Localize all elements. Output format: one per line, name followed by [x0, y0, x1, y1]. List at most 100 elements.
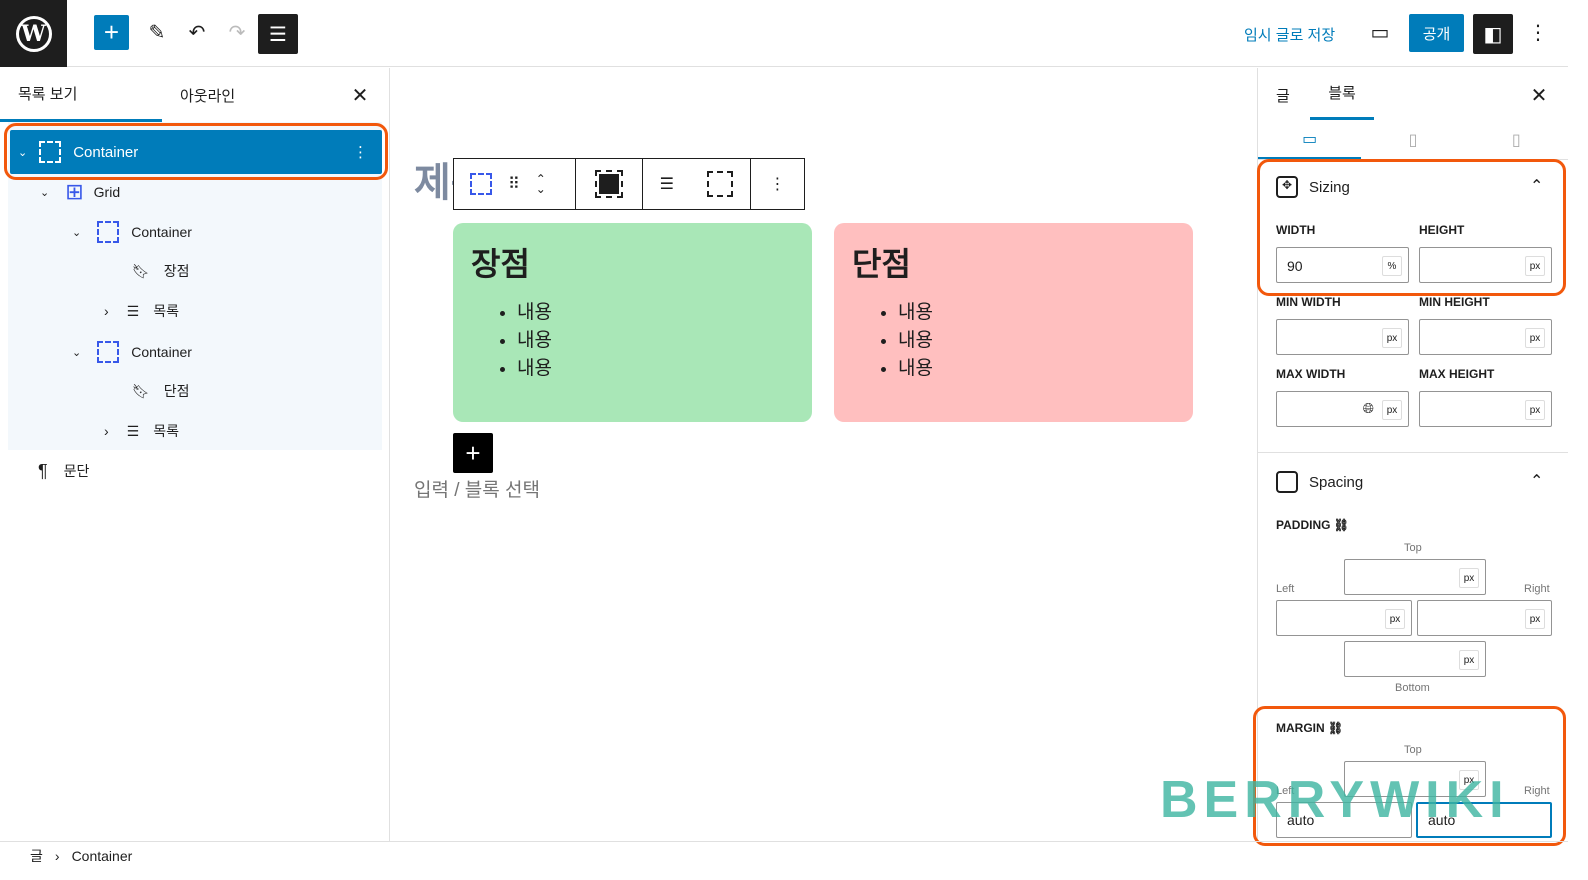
close-icon[interactable]: ✕: [348, 82, 372, 108]
save-draft-button[interactable]: 임시 글로 저장: [1244, 24, 1335, 45]
max-width-label: MAX WIDTH: [1276, 367, 1346, 381]
tab-label: 목록 보기: [18, 86, 78, 103]
tab-label: 아웃라인: [180, 87, 236, 105]
card-heading[interactable]: 단점: [852, 239, 1175, 285]
chevron-down-icon[interactable]: ⌄: [72, 226, 81, 239]
tree-item-container[interactable]: ⌄ Container: [72, 212, 192, 252]
chevron-right-icon: ›: [54, 847, 60, 864]
unit-select[interactable]: px: [1525, 400, 1545, 420]
tab-post[interactable]: 글: [1276, 68, 1290, 122]
unit-select[interactable]: px: [1382, 400, 1402, 420]
list-item[interactable]: 내용: [898, 299, 1175, 327]
paragraph-icon: ¶: [38, 460, 48, 481]
tree-item-label: 장점: [163, 263, 190, 279]
preview-desktop-icon[interactable]: ▭: [1364, 15, 1396, 50]
top-label: Top: [1404, 542, 1422, 554]
tree-item-label: Container: [131, 344, 192, 360]
divider: [1258, 452, 1568, 453]
tree-item-list[interactable]: › ☰ 목록: [104, 411, 179, 451]
settings-sidebar-button[interactable]: ◧: [1473, 14, 1513, 54]
grid-icon: ⊞: [65, 179, 84, 204]
padding-left-input[interactable]: px: [1276, 600, 1412, 636]
unit-select[interactable]: px: [1459, 650, 1479, 670]
breadcrumb-item[interactable]: 글: [30, 846, 43, 866]
chevron-down-icon[interactable]: ⌄: [40, 186, 49, 199]
unit-select[interactable]: px: [1382, 328, 1402, 348]
container-icon: [97, 221, 120, 243]
move-up-down-icon[interactable]: ⌃ ⌄: [536, 173, 546, 195]
pros-card[interactable]: 장점 내용내용내용: [453, 223, 812, 422]
publish-button[interactable]: 공개: [1409, 14, 1464, 52]
left-label: Left: [1276, 583, 1295, 595]
redo-icon[interactable]: ↷: [222, 15, 252, 50]
align-icon[interactable]: ☰: [660, 174, 674, 194]
list-icon: ☰: [126, 302, 140, 319]
tree-item-heading[interactable]: 🔖︎ 장점: [132, 251, 190, 291]
padding-top-input[interactable]: px: [1344, 559, 1486, 595]
tab-block[interactable]: 블록: [1310, 68, 1374, 120]
close-icon[interactable]: ✕: [1526, 82, 1552, 108]
block-placeholder[interactable]: 입력 / 블록 선택: [414, 475, 540, 502]
tree-item-label: Grid: [93, 184, 121, 200]
tab-outline[interactable]: 아웃라인: [180, 68, 235, 122]
mobile-tab[interactable]: ▯: [1465, 120, 1568, 159]
max-height-input[interactable]: px: [1419, 391, 1552, 427]
unit-select[interactable]: px: [1385, 609, 1405, 629]
cons-card[interactable]: 단점 내용내용내용: [834, 223, 1193, 422]
unit-select[interactable]: px: [1459, 568, 1479, 588]
max-width-input[interactable]: 🌐︎ px: [1276, 391, 1409, 427]
tree-item-heading[interactable]: 🔖︎ 단점: [132, 371, 190, 411]
chevron-right-icon[interactable]: ›: [104, 423, 109, 439]
tree-item-paragraph[interactable]: ¶ 문단: [38, 451, 89, 491]
unit-select[interactable]: px: [1525, 609, 1545, 629]
list-item[interactable]: 내용: [517, 327, 794, 355]
add-block-button[interactable]: +: [94, 15, 129, 50]
watermark: BERRYWIKI: [1160, 771, 1510, 829]
tab-label: 블록: [1328, 85, 1356, 102]
tablet-tab[interactable]: ▯: [1361, 120, 1464, 159]
desktop-tab[interactable]: ▭: [1258, 120, 1362, 159]
card-heading[interactable]: 장점: [471, 239, 794, 285]
heading-icon: 🔖︎: [132, 262, 150, 279]
list-item[interactable]: 내용: [517, 355, 794, 383]
heading-icon: 🔖︎: [132, 382, 150, 399]
document-overview-button[interactable]: ☰: [258, 14, 298, 54]
globe-icon[interactable]: 🌐︎: [1363, 400, 1374, 417]
container-icon: [97, 341, 120, 363]
spacing-title[interactable]: Spacing: [1309, 474, 1363, 491]
tree-item-container[interactable]: ⌄ Container: [72, 332, 192, 372]
tab-list-view[interactable]: 목록 보기: [0, 68, 162, 122]
grid-layout-icon[interactable]: [707, 171, 734, 197]
options-icon[interactable]: ⋮: [1526, 15, 1550, 50]
chevron-right-icon[interactable]: ›: [104, 303, 109, 319]
min-height-input[interactable]: px: [1419, 319, 1552, 355]
list-item[interactable]: 내용: [898, 355, 1175, 383]
wordpress-logo[interactable]: W: [0, 0, 67, 67]
list-item[interactable]: 내용: [517, 299, 794, 327]
tree-item-label: 단점: [163, 383, 190, 399]
list-item[interactable]: 내용: [898, 327, 1175, 355]
container-icon[interactable]: [470, 173, 492, 195]
add-block-inline-button[interactable]: +: [453, 433, 493, 473]
tree-item-list[interactable]: › ☰ 목록: [104, 291, 179, 331]
tree-item-grid[interactable]: ⌄ ⊞ Grid: [40, 172, 120, 212]
breadcrumb: 글 › Container: [0, 841, 1568, 869]
pencil-tools-icon[interactable]: ✎: [142, 15, 172, 50]
link-icon[interactable]: ⛓︎: [1334, 518, 1349, 532]
chevron-up-icon[interactable]: ⌃: [1530, 471, 1543, 491]
block-toolbar: ⠿ ⌃ ⌄ ☰ ⋮: [453, 158, 805, 210]
padding-bottom-input[interactable]: px: [1344, 641, 1486, 677]
min-width-input[interactable]: px: [1276, 319, 1409, 355]
device-tabs: ▭ ▯ ▯: [1258, 120, 1568, 160]
more-options-icon[interactable]: ⋮: [770, 174, 786, 194]
drag-handle-icon[interactable]: ⠿: [508, 174, 520, 194]
select-parent-icon[interactable]: [595, 170, 623, 198]
padding-right-input[interactable]: px: [1417, 600, 1552, 636]
breadcrumb-item[interactable]: Container: [72, 848, 133, 864]
unit-select[interactable]: px: [1525, 328, 1545, 348]
undo-icon[interactable]: ↶: [182, 15, 212, 50]
chevron-down-icon[interactable]: ⌄: [72, 346, 81, 359]
right-label: Right: [1524, 583, 1550, 595]
min-height-label: MIN HEIGHT: [1419, 295, 1490, 309]
max-height-label: MAX HEIGHT: [1419, 367, 1495, 381]
